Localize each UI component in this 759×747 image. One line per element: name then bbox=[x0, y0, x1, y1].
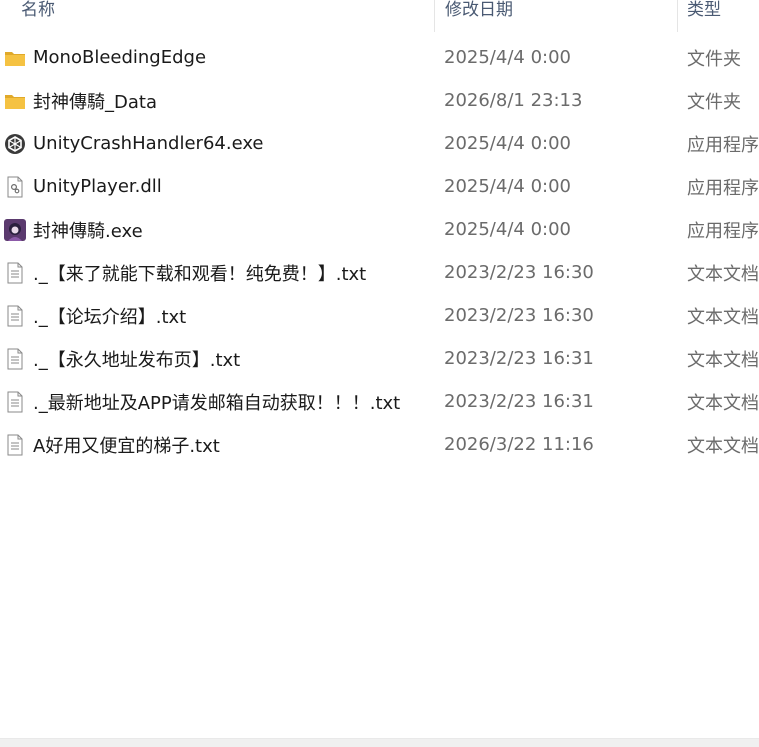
file-type: 文本文档 bbox=[687, 349, 759, 371]
text-file-icon bbox=[4, 434, 26, 456]
column-header-bar: 名称 修改日期 类型 bbox=[0, 0, 759, 32]
file-name: ._最新地址及APP请发邮箱自动获取！！！.txt bbox=[33, 392, 401, 414]
file-type: 应用程序 bbox=[687, 134, 759, 156]
file-explorer-window: 名称 修改日期 类型 MonoBleedingEdge 2025/4/4 0:0… bbox=[0, 0, 759, 747]
column-header-type[interactable]: 类型 bbox=[677, 0, 759, 32]
file-name: A好用又便宜的梯子.txt bbox=[33, 435, 220, 457]
game-app-icon bbox=[4, 218, 26, 241]
file-name: MonoBleedingEdge bbox=[33, 47, 207, 68]
dll-file-icon bbox=[4, 176, 26, 198]
file-name-cell: ._【论坛介绍】.txt bbox=[0, 303, 434, 329]
file-type: 文件夹 bbox=[687, 48, 741, 70]
file-name-cell: ._【来了就能下载和观看！纯免费！】.txt bbox=[0, 260, 434, 286]
file-name-cell: ._最新地址及APP请发邮箱自动获取！！！.txt bbox=[0, 389, 434, 415]
file-type: 文本文档 bbox=[687, 306, 759, 328]
file-type: 文件夹 bbox=[687, 91, 741, 113]
file-name-cell: 封神傳騎_Data bbox=[0, 88, 434, 114]
file-modified-date: 2025/4/4 0:00 bbox=[444, 176, 571, 197]
file-row[interactable]: 封神傳騎.exe 2025/4/4 0:00 应用程序 bbox=[0, 208, 759, 251]
file-name-cell: MonoBleedingEdge bbox=[0, 47, 434, 69]
file-name: 封神傳騎_Data bbox=[33, 91, 157, 113]
file-type: 应用程序 bbox=[687, 220, 759, 242]
text-file-icon bbox=[4, 391, 26, 413]
file-modified-date: 2025/4/4 0:00 bbox=[444, 133, 571, 154]
text-file-icon bbox=[4, 348, 26, 370]
file-row[interactable]: ._【来了就能下载和观看！纯免费！】.txt 2023/2/23 16:30 文… bbox=[0, 251, 759, 294]
file-type: 文本文档 bbox=[687, 435, 759, 457]
text-file-icon bbox=[4, 262, 26, 284]
file-name: 封神傳騎.exe bbox=[33, 220, 143, 242]
folder-icon bbox=[4, 90, 26, 112]
file-name-cell: ._【永久地址发布页】.txt bbox=[0, 346, 434, 372]
file-name-cell: UnityPlayer.dll bbox=[0, 176, 434, 198]
file-name-cell: UnityCrashHandler64.exe bbox=[0, 133, 434, 155]
file-name-cell: 封神傳騎.exe bbox=[0, 217, 434, 243]
text-file-icon bbox=[4, 305, 26, 327]
column-header-date[interactable]: 修改日期 bbox=[434, 0, 677, 32]
file-modified-date: 2026/8/1 23:13 bbox=[444, 90, 583, 111]
file-name: UnityCrashHandler64.exe bbox=[33, 133, 264, 154]
horizontal-scrollbar[interactable] bbox=[0, 738, 759, 747]
file-row[interactable]: A好用又便宜的梯子.txt 2026/3/22 11:16 文本文档 bbox=[0, 423, 759, 466]
file-modified-date: 2025/4/4 0:00 bbox=[444, 47, 571, 68]
file-type: 应用程序 bbox=[687, 177, 759, 199]
file-name-cell: A好用又便宜的梯子.txt bbox=[0, 432, 434, 458]
file-name: ._【永久地址发布页】.txt bbox=[33, 349, 241, 371]
file-row[interactable]: 封神傳騎_Data 2026/8/1 23:13 文件夹 bbox=[0, 79, 759, 122]
file-type: 文本文档 bbox=[687, 263, 759, 285]
file-name: UnityPlayer.dll bbox=[33, 176, 162, 197]
file-modified-date: 2025/4/4 0:00 bbox=[444, 219, 571, 240]
file-row[interactable]: UnityPlayer.dll 2025/4/4 0:00 应用程序 bbox=[0, 165, 759, 208]
file-name: ._【论坛介绍】.txt bbox=[33, 306, 187, 328]
file-row[interactable]: ._最新地址及APP请发邮箱自动获取！！！.txt 2023/2/23 16:3… bbox=[0, 380, 759, 423]
file-row[interactable]: MonoBleedingEdge 2025/4/4 0:00 文件夹 bbox=[0, 36, 759, 79]
unity-app-icon bbox=[4, 133, 26, 155]
file-modified-date: 2023/2/23 16:30 bbox=[444, 262, 594, 283]
file-modified-date: 2023/2/23 16:31 bbox=[444, 348, 594, 369]
file-list: MonoBleedingEdge 2025/4/4 0:00 文件夹 封神傳騎_… bbox=[0, 36, 759, 466]
file-type: 文本文档 bbox=[687, 392, 759, 414]
file-name: ._【来了就能下载和观看！纯免费！】.txt bbox=[33, 263, 367, 285]
file-row[interactable]: ._【永久地址发布页】.txt 2023/2/23 16:31 文本文档 bbox=[0, 337, 759, 380]
file-modified-date: 2023/2/23 16:31 bbox=[444, 391, 594, 412]
file-row[interactable]: ._【论坛介绍】.txt 2023/2/23 16:30 文本文档 bbox=[0, 294, 759, 337]
file-modified-date: 2026/3/22 11:16 bbox=[444, 434, 594, 455]
file-row[interactable]: UnityCrashHandler64.exe 2025/4/4 0:00 应用… bbox=[0, 122, 759, 165]
file-modified-date: 2023/2/23 16:30 bbox=[444, 305, 594, 326]
folder-icon bbox=[4, 47, 26, 69]
column-header-name[interactable]: 名称 bbox=[0, 0, 434, 32]
